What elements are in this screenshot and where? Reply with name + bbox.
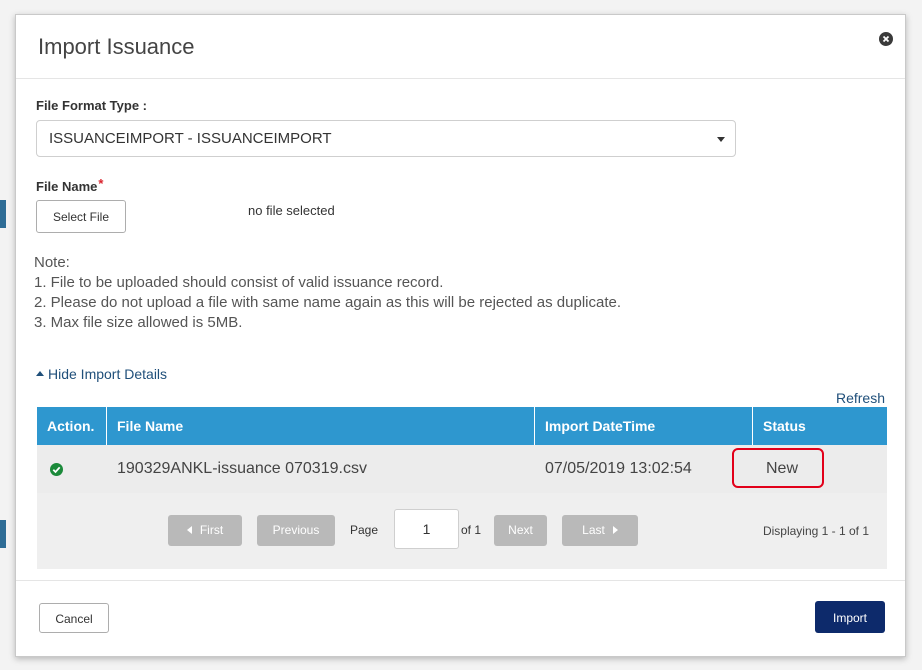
file-format-label: File Format Type : (36, 98, 147, 113)
modal-footer: Cancel Import (16, 580, 905, 658)
grid-header: Action. File Name Import DateTime Status (37, 407, 887, 445)
column-header-file-name[interactable]: File Name (107, 407, 535, 445)
required-mark: * (98, 176, 104, 191)
page-number-input[interactable] (394, 509, 459, 549)
modal-header: Import Issuance (16, 15, 905, 79)
page-label: Page (350, 523, 379, 537)
note-line: 3. Max file size allowed is 5MB. (34, 314, 243, 331)
pagination-bar: First Previous Page of 1 Next Last Displ… (37, 493, 887, 569)
column-header-action[interactable]: Action. (37, 407, 107, 445)
note-line: 2. Please do not upload a file with same… (34, 294, 622, 311)
modal-title: Import Issuance (38, 34, 195, 59)
triangle-left-icon (186, 525, 192, 534)
previous-page-button[interactable]: Previous (257, 515, 335, 546)
page-count-label: of 1 (461, 523, 482, 537)
triangle-up-icon (36, 370, 44, 376)
cancel-button[interactable]: Cancel (39, 603, 109, 633)
next-page-button[interactable]: Next (494, 515, 547, 546)
file-format-select[interactable]: ISSUANCEIMPORT - ISSUANCEIMPORT (36, 120, 736, 157)
file-name-label: File Name* (36, 176, 104, 194)
column-header-status[interactable]: Status (753, 407, 887, 445)
last-label: Last (582, 523, 605, 537)
hide-import-details-link[interactable]: Hide Import Details (36, 366, 167, 382)
chevron-down-icon (717, 137, 725, 142)
file-name-cell: 190329ANKL-issuance 070319.csv (117, 460, 367, 477)
note-block: Note: 1. File to be uploaded should cons… (34, 253, 621, 333)
note-heading: Note: (34, 254, 70, 271)
background-strip (0, 520, 6, 548)
hide-import-details-label: Hide Import Details (48, 366, 168, 382)
select-file-button[interactable]: Select File (36, 200, 126, 233)
displaying-count: Displaying 1 - 1 of 1 (762, 524, 869, 538)
file-format-value: ISSUANCEIMPORT - ISSUANCEIMPORT (49, 130, 332, 147)
close-icon[interactable] (879, 32, 893, 46)
import-button[interactable]: Import (815, 601, 885, 633)
import-datetime-cell: 07/05/2019 13:02:54 (545, 460, 692, 477)
no-file-selected-text: no file selected (248, 203, 335, 218)
last-page-button[interactable]: Last (562, 515, 638, 546)
column-header-import-datetime[interactable]: Import DateTime (535, 407, 753, 445)
check-circle-icon[interactable] (50, 463, 63, 476)
status-highlight-box (732, 448, 824, 488)
import-issuance-modal: Import Issuance File Format Type : ISSUA… (15, 14, 906, 657)
first-page-button[interactable]: First (168, 515, 242, 546)
first-label: First (199, 523, 224, 537)
import-details-grid: Action. File Name Import DateTime Status… (37, 407, 887, 569)
table-row[interactable]: 190329ANKL-issuance 070319.csv 07/05/201… (37, 445, 887, 493)
triangle-right-icon (612, 525, 618, 534)
background-strip (0, 200, 6, 228)
refresh-link[interactable]: Refresh (836, 390, 885, 406)
file-name-label-text: File Name (36, 179, 98, 194)
note-line: 1. File to be uploaded should consist of… (34, 274, 444, 291)
